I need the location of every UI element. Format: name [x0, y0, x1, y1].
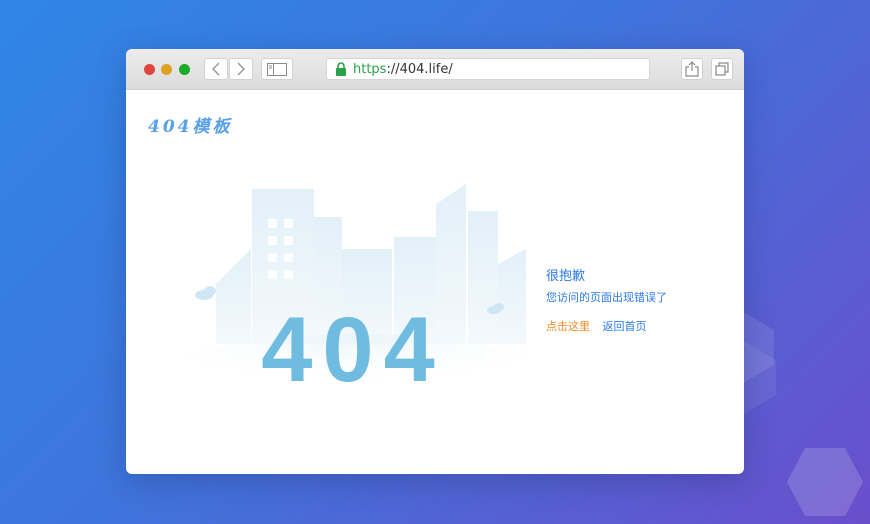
site-logo[interactable]: 404模板 — [148, 112, 233, 137]
url-scheme: https — [353, 61, 387, 77]
share-button[interactable] — [681, 58, 703, 80]
chevron-right-icon — [237, 62, 246, 76]
address-bar[interactable]: https://404.life/ — [326, 58, 650, 80]
click-here-link[interactable]: 点击这里 — [546, 320, 590, 333]
chevron-left-icon — [211, 62, 220, 76]
maximize-window-button[interactable] — [179, 64, 190, 75]
return-home-link[interactable]: 返回首页 — [603, 320, 647, 333]
error-message: 很抱歉 您访问的页面出现错误了 点击这里 返回首页 — [546, 265, 667, 334]
lock-icon — [336, 62, 346, 76]
error-title: 很抱歉 — [546, 269, 586, 284]
browser-window: https://404.life/ 404模板 404 很抱歉 您访问的页面出… — [126, 49, 744, 474]
tabs-icon — [715, 62, 729, 76]
error-links: 点击这里 返回首页 — [546, 318, 667, 334]
sidebar-icon — [267, 62, 287, 76]
forward-button[interactable] — [229, 58, 253, 80]
close-window-button[interactable] — [144, 64, 155, 75]
back-button[interactable] — [204, 58, 228, 80]
hexagon-decoration-large — [787, 448, 863, 516]
url-host: ://404.life/ — [386, 61, 453, 77]
sidebar-toggle-button[interactable] — [261, 58, 293, 80]
share-icon — [685, 61, 699, 77]
browser-titlebar: https://404.life/ — [126, 49, 744, 90]
error-subtitle: 您访问的页面出现错误了 — [546, 291, 667, 304]
tabs-button[interactable] — [711, 58, 733, 80]
error-code: 404 — [261, 299, 445, 399]
minimize-window-button[interactable] — [161, 64, 172, 75]
error-illustration: 404 — [156, 184, 556, 399]
